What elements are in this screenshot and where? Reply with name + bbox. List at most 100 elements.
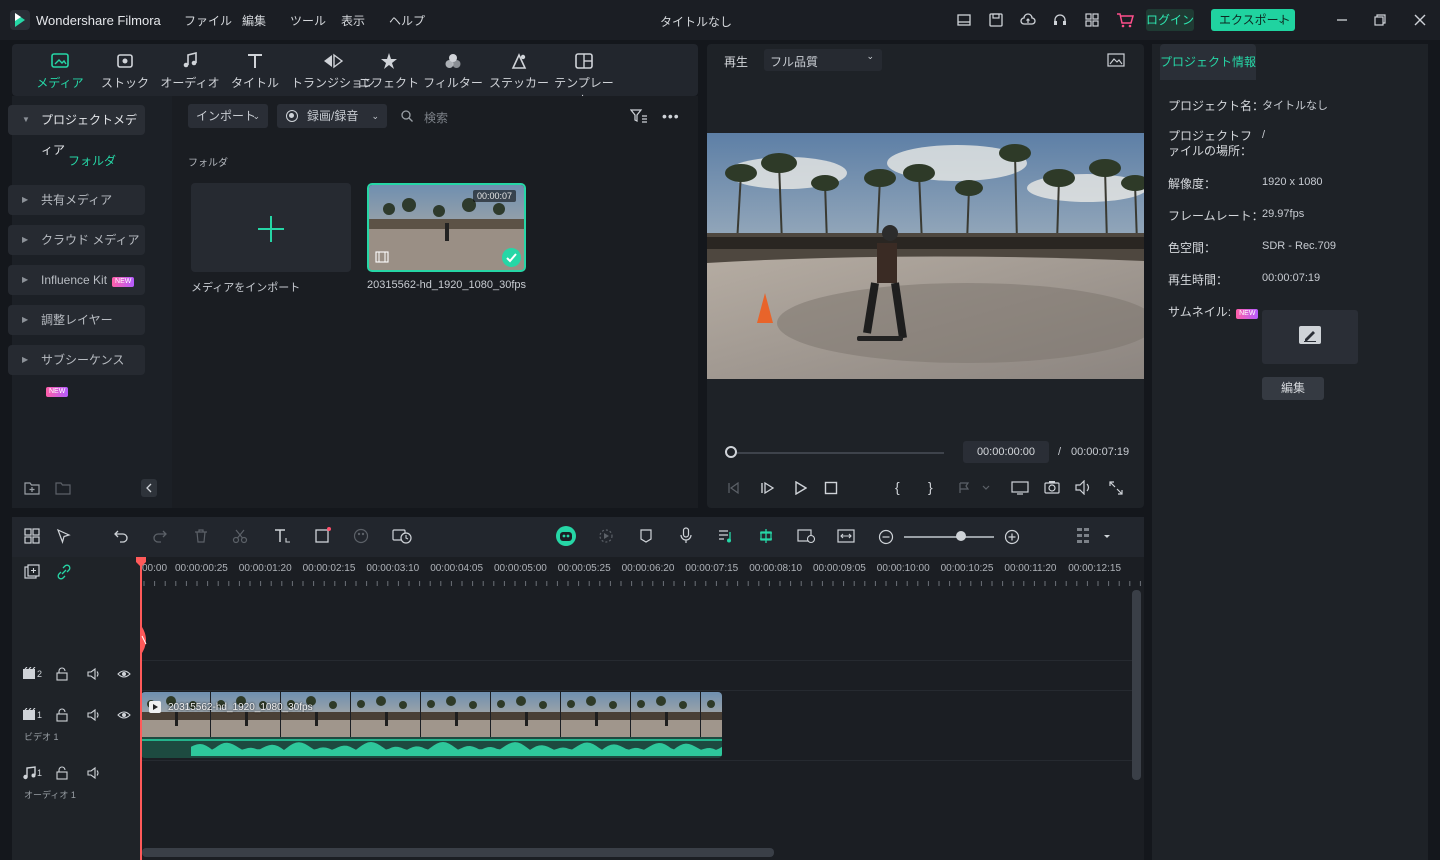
new-folder-icon[interactable] <box>24 481 40 495</box>
camera-snapshot-icon[interactable] <box>1044 480 1060 495</box>
color-palette-icon[interactable] <box>353 528 369 544</box>
search-input[interactable]: 検索 <box>424 109 448 126</box>
minimize-icon[interactable] <box>1334 12 1350 28</box>
zoom-slider[interactable] <box>904 536 994 538</box>
import-dropdown[interactable]: インポート ⌄ <box>188 104 268 128</box>
cloud-upload-icon[interactable] <box>1020 12 1036 28</box>
quality-dropdown[interactable]: フル品質 ⌄ <box>764 49 882 71</box>
menu-file[interactable]: ファイル <box>184 12 232 29</box>
next-frame-icon[interactable] <box>760 481 776 495</box>
tab-title[interactable]: タイトル <box>224 50 286 91</box>
edit-thumbnail-button[interactable]: 編集 <box>1262 377 1324 400</box>
tab-audio[interactable]: オーディオ <box>159 50 221 91</box>
seek-handle[interactable] <box>725 446 737 458</box>
sidebar-item-folder[interactable]: フォルダ <box>68 152 116 169</box>
playhead-handle[interactable] <box>135 557 147 567</box>
lock-icon[interactable] <box>55 667 69 681</box>
text-tool-icon[interactable] <box>273 528 291 544</box>
cart-icon[interactable] <box>1116 12 1134 28</box>
media-clip-thumbnail[interactable]: 00:00:07 <box>367 183 526 272</box>
undo-icon[interactable] <box>113 528 129 544</box>
eye-icon[interactable] <box>117 709 131 721</box>
playhead[interactable] <box>140 557 142 860</box>
sidebar-item-adjustment-layer[interactable]: ▶ 調整レイヤー <box>8 305 145 335</box>
thumbnail-preview[interactable] <box>1262 310 1358 364</box>
menu-tools[interactable]: ツール <box>290 12 326 29</box>
more-options-icon[interactable]: ••• <box>662 108 680 124</box>
delete-icon[interactable] <box>193 528 209 544</box>
tab-media[interactable]: メディア <box>29 50 91 91</box>
preview-seek-bar[interactable] <box>730 452 944 454</box>
tab-stock[interactable]: ストック <box>94 50 156 91</box>
sidebar-item-shared-media[interactable]: ▶ 共有メディア <box>8 185 145 215</box>
folder-icon[interactable] <box>55 481 71 495</box>
close-icon[interactable] <box>1412 12 1428 28</box>
sidebar-item-influence-kit[interactable]: ▶ Influence Kit NEW <box>8 265 145 295</box>
export-button[interactable]: エクスポート ⌄ <box>1211 9 1295 31</box>
playhead-cut-icon[interactable] <box>134 624 152 656</box>
filter-sort-icon[interactable] <box>630 108 648 124</box>
speed-icon[interactable] <box>392 528 412 544</box>
restore-icon[interactable] <box>1372 12 1388 28</box>
fullscreen-icon[interactable] <box>1109 481 1123 495</box>
sidebar-item-cloud-media[interactable]: ▶ クラウド メディア <box>8 225 145 255</box>
login-button[interactable]: ログイン <box>1146 9 1194 31</box>
speaker-icon[interactable] <box>87 667 102 681</box>
previous-frame-icon[interactable] <box>727 481 741 495</box>
redo-icon[interactable] <box>152 528 168 544</box>
render-icon[interactable] <box>598 528 614 544</box>
auto-reframe-icon[interactable] <box>797 528 815 544</box>
collapse-sidebar-button[interactable] <box>141 479 157 497</box>
menu-edit[interactable]: 編集 <box>242 12 266 29</box>
microphone-icon[interactable] <box>678 527 694 544</box>
lock-icon[interactable] <box>55 766 69 780</box>
menu-help[interactable]: ヘルプ <box>389 12 425 29</box>
zoom-out-icon[interactable] <box>878 529 894 545</box>
layout-icon[interactable] <box>956 12 972 28</box>
scissors-icon[interactable] <box>232 528 248 544</box>
grid-apps-icon[interactable] <box>1084 12 1100 28</box>
speaker-icon[interactable] <box>87 708 102 722</box>
marker-dropdown-icon[interactable] <box>958 481 992 495</box>
audio-list-icon[interactable] <box>718 528 734 544</box>
marker-icon[interactable] <box>638 528 654 544</box>
tab-sticker[interactable]: ステッカー <box>488 50 550 91</box>
lock-icon[interactable] <box>55 708 69 722</box>
eye-icon[interactable] <box>117 668 131 680</box>
speaker-icon[interactable] <box>87 766 102 780</box>
current-timecode[interactable]: 00:00:00:00 <box>963 441 1049 463</box>
display-settings-icon[interactable] <box>1011 481 1029 495</box>
tab-filter[interactable]: フィルター <box>422 50 484 91</box>
track-density-icon[interactable] <box>1076 526 1112 546</box>
headset-icon[interactable] <box>1052 12 1068 28</box>
zoom-slider-handle[interactable] <box>956 531 966 541</box>
ruler-label: 00:00:05:00 <box>494 563 547 574</box>
sidebar-item-subsequence[interactable]: ▶ サブシーケンス NEW <box>8 345 145 397</box>
fit-timeline-icon[interactable] <box>837 528 855 544</box>
tab-project-info[interactable]: プロジェクト情報 <box>1160 44 1256 80</box>
tab-effect[interactable]: エフェクト <box>358 50 420 91</box>
ai-mascot-icon[interactable] <box>556 526 576 546</box>
snapshot-view-icon[interactable] <box>1107 52 1125 68</box>
import-media-tile[interactable] <box>191 183 351 272</box>
layout-grid-icon[interactable] <box>24 528 40 544</box>
timeline-vertical-scrollbar[interactable] <box>1132 590 1141 780</box>
play-icon[interactable] <box>793 481 807 495</box>
save-icon[interactable] <box>988 12 1004 28</box>
snap-magnet-icon[interactable] <box>757 528 775 544</box>
add-track-icon[interactable] <box>24 564 40 580</box>
record-dropdown[interactable]: 録画/録音 ⌄ <box>277 104 387 128</box>
sidebar-item-project-media[interactable]: ▼ プロジェクトメディア <box>8 105 145 157</box>
stop-icon[interactable] <box>824 481 838 495</box>
link-icon[interactable] <box>56 564 72 580</box>
mark-out-icon[interactable]: } <box>928 479 933 495</box>
zoom-in-icon[interactable] <box>1004 529 1020 545</box>
menu-view[interactable]: 表示 <box>341 12 365 29</box>
timeline-horizontal-scrollbar[interactable] <box>142 848 774 857</box>
mark-in-icon[interactable]: { <box>895 479 900 495</box>
volume-icon[interactable] <box>1075 480 1093 495</box>
video-preview[interactable] <box>707 133 1144 379</box>
crop-icon[interactable] <box>314 526 332 544</box>
quality-label: フル品質 <box>770 55 819 69</box>
select-tool-icon[interactable] <box>56 528 72 544</box>
